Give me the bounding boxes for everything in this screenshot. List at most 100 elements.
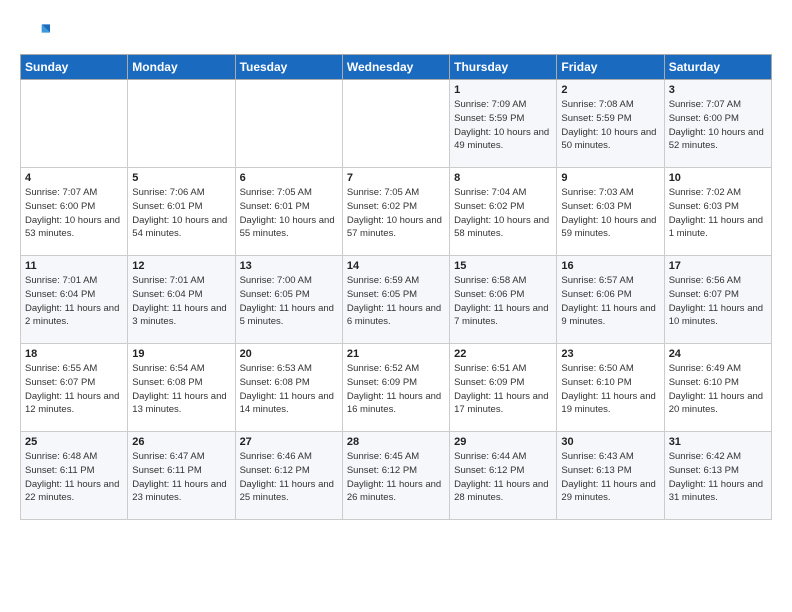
calendar-cell: 16 Sunrise: 6:57 AM Sunset: 6:06 PM Dayli… — [557, 256, 664, 344]
day-info: Sunrise: 7:01 AM Sunset: 6:04 PM Dayligh… — [132, 274, 230, 329]
day-info: Sunrise: 6:55 AM Sunset: 6:07 PM Dayligh… — [25, 362, 123, 417]
calendar-cell: 6 Sunrise: 7:05 AM Sunset: 6:01 PM Daylig… — [235, 168, 342, 256]
header — [20, 16, 772, 46]
weekday-header-monday: Monday — [128, 55, 235, 80]
day-number: 12 — [132, 260, 230, 272]
calendar-cell: 30Sunrise: 6:43 AM Sunset: 6:13 PM Dayli… — [557, 432, 664, 520]
day-number: 31 — [669, 436, 767, 448]
calendar-cell: 31 Sunrise: 6:42 AM Sunset: 6:13 PM Dayli… — [664, 432, 771, 520]
day-info: Sunrise: 6:42 AM Sunset: 6:13 PM Dayligh… — [669, 450, 767, 505]
day-number: 30 — [561, 436, 659, 448]
day-number: 25 — [25, 436, 123, 448]
day-number: 24 — [669, 348, 767, 360]
calendar-cell: 13 Sunrise: 7:00 AM Sunset: 6:05 PM Dayli… — [235, 256, 342, 344]
day-info: Sunrise: 6:52 AM Sunset: 6:09 PM Dayligh… — [347, 362, 445, 417]
day-info: Sunrise: 7:08 AM Sunset: 5:59 PM Dayligh… — [561, 98, 659, 153]
calendar-cell: 8 Sunrise: 7:04 AM Sunset: 6:02 PM Daylig… — [450, 168, 557, 256]
calendar-cell: 28Sunrise: 6:45 AM Sunset: 6:12 PM Dayli… — [342, 432, 449, 520]
day-info: Sunrise: 7:00 AM Sunset: 6:05 PM Dayligh… — [240, 274, 338, 329]
day-number: 15 — [454, 260, 552, 272]
calendar-cell — [21, 80, 128, 168]
day-number: 2 — [561, 84, 659, 96]
day-number: 19 — [132, 348, 230, 360]
day-info: Sunrise: 7:05 AM Sunset: 6:02 PM Dayligh… — [347, 186, 445, 241]
day-number: 13 — [240, 260, 338, 272]
calendar-cell: 7 Sunrise: 7:05 AM Sunset: 6:02 PM Daylig… — [342, 168, 449, 256]
logo-icon — [20, 16, 50, 46]
calendar-cell: 25Sunrise: 6:48 AM Sunset: 6:11 PM Dayli… — [21, 432, 128, 520]
calendar-cell — [235, 80, 342, 168]
week-row-1: 1Sunrise: 7:09 AM Sunset: 5:59 PM Daylig… — [21, 80, 772, 168]
day-number: 27 — [240, 436, 338, 448]
day-number: 28 — [347, 436, 445, 448]
day-number: 29 — [454, 436, 552, 448]
calendar-cell — [342, 80, 449, 168]
calendar-cell: 14 Sunrise: 6:59 AM Sunset: 6:05 PM Dayli… — [342, 256, 449, 344]
day-info: Sunrise: 7:03 AM Sunset: 6:03 PM Dayligh… — [561, 186, 659, 241]
day-info: Sunrise: 6:59 AM Sunset: 6:05 PM Dayligh… — [347, 274, 445, 329]
day-info: Sunrise: 6:47 AM Sunset: 6:11 PM Dayligh… — [132, 450, 230, 505]
day-number: 5 — [132, 172, 230, 184]
calendar-cell: 20 Sunrise: 6:53 AM Sunset: 6:08 PM Dayli… — [235, 344, 342, 432]
day-info: Sunrise: 7:07 AM Sunset: 6:00 PM Dayligh… — [25, 186, 123, 241]
calendar-cell: 29 Sunrise: 6:44 AM Sunset: 6:12 PM Dayli… — [450, 432, 557, 520]
weekday-header-tuesday: Tuesday — [235, 55, 342, 80]
day-number: 3 — [669, 84, 767, 96]
calendar-cell: 2 Sunrise: 7:08 AM Sunset: 5:59 PM Daylig… — [557, 80, 664, 168]
calendar-cell: 5 Sunrise: 7:06 AM Sunset: 6:01 PM Daylig… — [128, 168, 235, 256]
day-number: 26 — [132, 436, 230, 448]
day-info: Sunrise: 6:56 AM Sunset: 6:07 PM Dayligh… — [669, 274, 767, 329]
week-row-4: 18 Sunrise: 6:55 AM Sunset: 6:07 PM Dayli… — [21, 344, 772, 432]
day-info: Sunrise: 7:07 AM Sunset: 6:00 PM Dayligh… — [669, 98, 767, 153]
calendar-cell: 23Sunrise: 6:50 AM Sunset: 6:10 PM Dayli… — [557, 344, 664, 432]
day-info: Sunrise: 7:01 AM Sunset: 6:04 PM Dayligh… — [25, 274, 123, 329]
day-number: 14 — [347, 260, 445, 272]
day-number: 18 — [25, 348, 123, 360]
calendar-cell: 21Sunrise: 6:52 AM Sunset: 6:09 PM Dayli… — [342, 344, 449, 432]
calendar-cell: 4Sunrise: 7:07 AM Sunset: 6:00 PM Daylig… — [21, 168, 128, 256]
day-info: Sunrise: 7:02 AM Sunset: 6:03 PM Dayligh… — [669, 186, 767, 241]
calendar-cell: 10 Sunrise: 7:02 AM Sunset: 6:03 PM Dayli… — [664, 168, 771, 256]
week-row-5: 25Sunrise: 6:48 AM Sunset: 6:11 PM Dayli… — [21, 432, 772, 520]
page: SundayMondayTuesdayWednesdayThursdayFrid… — [0, 0, 792, 530]
day-number: 8 — [454, 172, 552, 184]
day-number: 20 — [240, 348, 338, 360]
day-info: Sunrise: 7:05 AM Sunset: 6:01 PM Dayligh… — [240, 186, 338, 241]
calendar-cell: 12 Sunrise: 7:01 AM Sunset: 6:04 PM Dayli… — [128, 256, 235, 344]
day-number: 7 — [347, 172, 445, 184]
day-number: 9 — [561, 172, 659, 184]
calendar-cell: 26 Sunrise: 6:47 AM Sunset: 6:11 PM Dayli… — [128, 432, 235, 520]
calendar-cell: 17 Sunrise: 6:56 AM Sunset: 6:07 PM Dayli… — [664, 256, 771, 344]
day-info: Sunrise: 6:58 AM Sunset: 6:06 PM Dayligh… — [454, 274, 552, 329]
week-row-2: 4Sunrise: 7:07 AM Sunset: 6:00 PM Daylig… — [21, 168, 772, 256]
calendar-cell: 3 Sunrise: 7:07 AM Sunset: 6:00 PM Daylig… — [664, 80, 771, 168]
day-info: Sunrise: 6:50 AM Sunset: 6:10 PM Dayligh… — [561, 362, 659, 417]
weekday-header-saturday: Saturday — [664, 55, 771, 80]
calendar-cell: 27 Sunrise: 6:46 AM Sunset: 6:12 PM Dayli… — [235, 432, 342, 520]
weekday-header-row: SundayMondayTuesdayWednesdayThursdayFrid… — [21, 55, 772, 80]
calendar-cell: 18 Sunrise: 6:55 AM Sunset: 6:07 PM Dayli… — [21, 344, 128, 432]
day-info: Sunrise: 6:54 AM Sunset: 6:08 PM Dayligh… — [132, 362, 230, 417]
day-info: Sunrise: 6:57 AM Sunset: 6:06 PM Dayligh… — [561, 274, 659, 329]
day-info: Sunrise: 6:51 AM Sunset: 6:09 PM Dayligh… — [454, 362, 552, 417]
day-info: Sunrise: 7:06 AM Sunset: 6:01 PM Dayligh… — [132, 186, 230, 241]
calendar-cell: 9 Sunrise: 7:03 AM Sunset: 6:03 PM Daylig… — [557, 168, 664, 256]
day-info: Sunrise: 7:09 AM Sunset: 5:59 PM Dayligh… — [454, 98, 552, 153]
day-number: 11 — [25, 260, 123, 272]
week-row-3: 11 Sunrise: 7:01 AM Sunset: 6:04 PM Dayli… — [21, 256, 772, 344]
day-info: Sunrise: 7:04 AM Sunset: 6:02 PM Dayligh… — [454, 186, 552, 241]
day-info: Sunrise: 6:46 AM Sunset: 6:12 PM Dayligh… — [240, 450, 338, 505]
day-info: Sunrise: 6:53 AM Sunset: 6:08 PM Dayligh… — [240, 362, 338, 417]
weekday-header-sunday: Sunday — [21, 55, 128, 80]
calendar-cell: 19 Sunrise: 6:54 AM Sunset: 6:08 PM Dayli… — [128, 344, 235, 432]
weekday-header-friday: Friday — [557, 55, 664, 80]
day-number: 6 — [240, 172, 338, 184]
calendar-cell: 15 Sunrise: 6:58 AM Sunset: 6:06 PM Dayli… — [450, 256, 557, 344]
day-info: Sunrise: 6:44 AM Sunset: 6:12 PM Dayligh… — [454, 450, 552, 505]
day-number: 10 — [669, 172, 767, 184]
calendar-table: SundayMondayTuesdayWednesdayThursdayFrid… — [20, 54, 772, 520]
calendar-cell: 24Sunrise: 6:49 AM Sunset: 6:10 PM Dayli… — [664, 344, 771, 432]
day-number: 17 — [669, 260, 767, 272]
day-number: 16 — [561, 260, 659, 272]
day-number: 22 — [454, 348, 552, 360]
